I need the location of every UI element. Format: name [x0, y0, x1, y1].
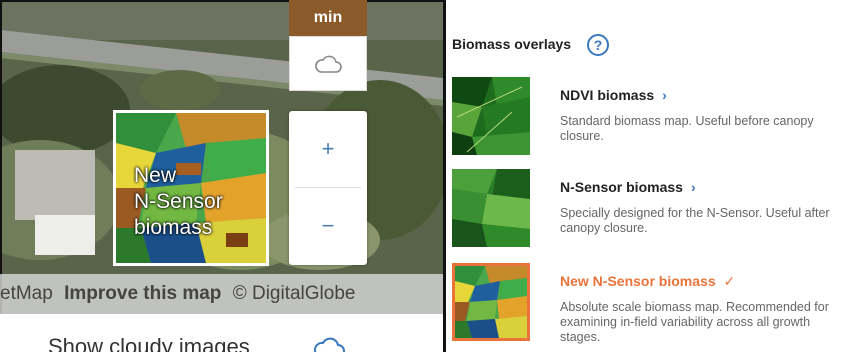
zoom-in-button[interactable]: +: [289, 111, 367, 187]
n-sensor-preview-image: [452, 169, 530, 247]
overlay-thumb-label: New N-Sensor biomass: [134, 163, 223, 241]
n-sensor-thumbnail: [452, 169, 530, 247]
option-title: New N-Sensor biomass: [560, 273, 716, 289]
option-title: NDVI biomass: [560, 87, 655, 103]
help-button[interactable]: ?: [587, 34, 609, 56]
thumb-line: N-Sensor: [134, 190, 223, 213]
biomass-overlays-panel: Biomass overlays ? NDVI biomass › Standar…: [443, 0, 864, 352]
map-attribution: etMap Improve this map © DigitalGlobe: [0, 274, 443, 314]
new-n-sensor-preview-image: [455, 266, 527, 338]
overlay-option-name: N-Sensor biomass ›: [560, 179, 696, 195]
option-title: N-Sensor biomass: [560, 179, 683, 195]
checkmark-icon: ✓: [723, 273, 736, 289]
ndvi-preview-image: [452, 77, 530, 155]
frame-border: [0, 0, 443, 2]
overlay-option-name: New N-Sensor biomass ✓: [560, 273, 735, 290]
improve-map-link[interactable]: Improve this map: [64, 283, 221, 304]
thumb-line: biomass: [134, 216, 213, 239]
attribution-text: etMap: [0, 283, 53, 304]
attribution-text: © DigitalGlobe: [232, 283, 356, 304]
cloud-icon: [313, 337, 345, 352]
overlay-option-new-n-sensor[interactable]: New N-Sensor biomass ✓ Absolute scale bio…: [452, 263, 862, 345]
overlay-option-description: Standard biomass map. Useful before cano…: [560, 114, 814, 143]
overlay-option-name: NDVI biomass ›: [560, 87, 667, 103]
cloud-toggle-tile[interactable]: [289, 36, 367, 91]
zoom-control: + −: [289, 111, 367, 265]
cloud-icon: [315, 55, 342, 73]
overlay-option-ndvi[interactable]: NDVI biomass › Standard biomass map. Usef…: [452, 77, 862, 159]
satellite-map[interactable]: min New N-Sensor biomass + − etMap Impro…: [0, 0, 443, 352]
show-cloudy-images-row[interactable]: Show cloudy images: [0, 314, 443, 352]
new-n-sensor-thumbnail: [452, 263, 530, 341]
chevron-right-icon: ›: [690, 179, 696, 195]
ndvi-thumbnail: [452, 77, 530, 155]
overlay-option-description: Absolute scale biomass map. Recommended …: [560, 300, 829, 344]
overlay-option-description: Specially designed for the N-Sensor. Use…: [560, 206, 830, 235]
overlay-option-n-sensor[interactable]: N-Sensor biomass › Specially designed for…: [452, 169, 862, 251]
overlay-preview-thumbnail[interactable]: New N-Sensor biomass: [113, 110, 269, 266]
thumb-line: New: [134, 164, 177, 187]
zoom-out-button[interactable]: −: [289, 188, 367, 264]
show-cloudy-images-label: Show cloudy images: [48, 334, 250, 352]
panel-title: Biomass overlays: [452, 36, 572, 52]
chevron-right-icon: ›: [662, 87, 667, 103]
legend-min-label: min: [289, 0, 367, 36]
